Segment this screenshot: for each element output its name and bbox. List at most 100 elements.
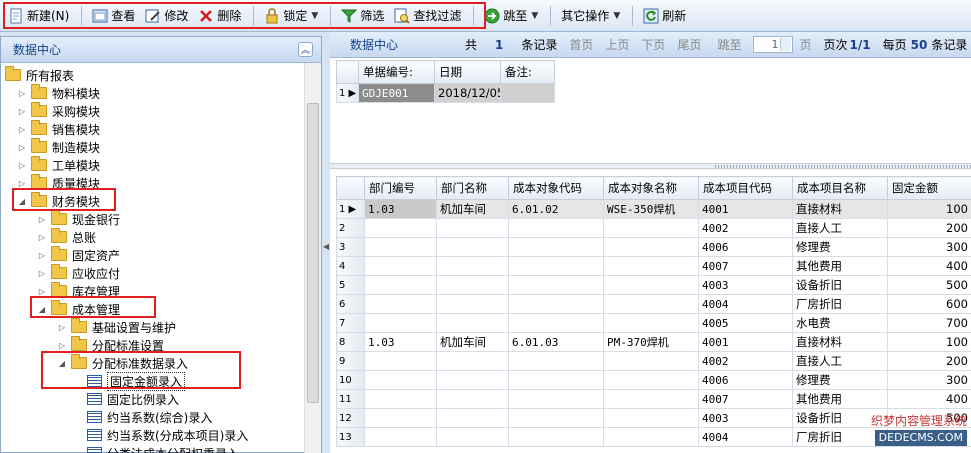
note-cell[interactable] [500, 83, 555, 103]
cost-object-name-cell[interactable] [603, 370, 699, 390]
dept-name-cell[interactable] [436, 218, 509, 238]
column-header[interactable]: 单据编号: [358, 60, 435, 84]
row-number[interactable]: 11 [336, 389, 365, 409]
fixed-amount-cell[interactable]: 600 [887, 294, 971, 314]
dept-name-cell[interactable] [436, 275, 509, 295]
cost-object-code-cell[interactable] [508, 313, 604, 333]
row-number[interactable]: 7 [336, 313, 365, 333]
cost-object-name-cell[interactable]: PM-370焊机 [603, 332, 699, 352]
cost-item-name-cell[interactable]: 厂房折旧 [792, 294, 888, 314]
tree-node[interactable]: 约当系数(综合)录入 [87, 408, 212, 426]
dept-code-cell[interactable] [364, 275, 437, 295]
cost-item-code-cell[interactable]: 4002 [698, 351, 793, 371]
cost-item-name-cell[interactable]: 设备折旧 [792, 275, 888, 295]
dept-code-cell[interactable] [364, 294, 437, 314]
fixed-amount-cell[interactable]: 200 [887, 218, 971, 238]
dept-name-cell[interactable] [436, 351, 509, 371]
cost-object-code-cell[interactable]: 6.01.02 [508, 199, 604, 219]
tree-node[interactable]: ▷ 销售模块 [17, 120, 100, 138]
fixed-amount-cell[interactable]: 400 [887, 389, 971, 409]
cost-object-code-cell[interactable] [508, 370, 604, 390]
cost-item-name-cell[interactable]: 直接材料 [792, 199, 888, 219]
splitter-grip[interactable] [715, 165, 971, 168]
cost-item-code-cell[interactable]: 4001 [698, 199, 793, 219]
dept-name-cell[interactable] [436, 370, 509, 390]
prev-page-link[interactable]: 上页 [605, 36, 629, 53]
cost-object-code-cell[interactable] [508, 256, 604, 276]
chevron-down-icon[interactable]: ▼ [311, 11, 318, 21]
row-number[interactable]: 2 [336, 218, 365, 238]
cost-object-code-cell[interactable] [508, 351, 604, 371]
expand-arrow-icon[interactable]: ▷ [17, 161, 27, 170]
filter-button[interactable]: 筛选 [337, 5, 388, 27]
dept-name-cell[interactable] [436, 408, 509, 428]
tree-node[interactable]: ▷ 基础设置与维护 [57, 318, 176, 336]
cost-object-code-cell[interactable] [508, 389, 604, 409]
table-row[interactable]: 3 4006 修理费 300 [336, 237, 971, 257]
cost-object-name-cell[interactable] [603, 275, 699, 295]
doc-number-cell[interactable]: GDJE001 [358, 83, 435, 103]
tree-scrollbar[interactable] [304, 63, 321, 453]
table-row[interactable]: 4 4007 其他费用 400 [336, 256, 971, 276]
tree-node[interactable]: ▷ 分配标准设置 [57, 336, 164, 354]
table-row[interactable]: 5 4003 设备折旧 500 [336, 275, 971, 295]
cost-object-code-cell[interactable] [508, 294, 604, 314]
row-number[interactable]: 6 [336, 294, 365, 314]
tree-node[interactable]: 约当系数(分成本项目)录入 [87, 426, 248, 444]
page-input[interactable]: 1 [753, 36, 794, 53]
row-number[interactable]: 10 [336, 370, 365, 390]
dept-code-cell[interactable] [364, 408, 437, 428]
cost-item-name-cell[interactable]: 直接人工 [792, 351, 888, 371]
dept-code-cell[interactable] [364, 256, 437, 276]
table-row[interactable]: 7 4005 水电费 700 [336, 313, 971, 333]
cost-item-code-cell[interactable]: 4003 [698, 408, 793, 428]
expand-arrow-icon[interactable]: ▷ [37, 215, 47, 224]
cost-item-code-cell[interactable]: 4004 [698, 427, 793, 447]
table-row[interactable]: 1 ▶ GDJE001 2018/12/05 [336, 83, 555, 103]
expand-arrow-icon[interactable]: ▷ [57, 323, 67, 332]
dept-code-cell[interactable]: 1.03 [364, 332, 437, 352]
row-number[interactable]: 8 [336, 332, 365, 352]
dept-code-cell[interactable] [364, 351, 437, 371]
cost-object-name-cell[interactable]: WSE-350焊机 [603, 199, 699, 219]
grid-splitter[interactable] [330, 163, 971, 169]
dept-code-cell[interactable] [364, 237, 437, 257]
expand-arrow-icon[interactable]: ▷ [37, 269, 47, 278]
dept-name-cell[interactable]: 机加车间 [436, 332, 509, 352]
new-button[interactable]: 新建(N) [4, 5, 73, 27]
fixed-amount-cell[interactable]: 300 [887, 370, 971, 390]
date-cell[interactable]: 2018/12/05 [434, 83, 501, 103]
tree-node[interactable]: 分类法成本分配权重录入 [87, 444, 239, 453]
scrollbar-thumb[interactable] [307, 103, 319, 403]
cost-item-code-cell[interactable]: 4006 [698, 237, 793, 257]
edit-button[interactable]: 修改 [141, 5, 192, 27]
row-number[interactable]: 13 [336, 427, 365, 447]
cost-item-name-cell[interactable]: 其他费用 [792, 256, 888, 276]
cost-item-code-cell[interactable]: 4001 [698, 332, 793, 352]
splitter-arrow-icon[interactable]: ◀ [323, 242, 329, 251]
cost-object-name-cell[interactable] [603, 313, 699, 333]
jump-button[interactable]: 跳至 ▼ [480, 5, 542, 27]
table-row[interactable]: 6 4004 厂房折旧 600 [336, 294, 971, 314]
column-header[interactable]: 日期 [434, 60, 501, 84]
row-number[interactable]: 12 [336, 408, 365, 428]
cost-object-name-cell[interactable] [603, 256, 699, 276]
tree-node[interactable]: ▷ 总账 [37, 228, 96, 246]
tree-node-selected[interactable]: 固定金额录入 [87, 371, 186, 391]
dept-code-cell[interactable] [364, 389, 437, 409]
column-header[interactable]: 备注: [500, 60, 555, 84]
dept-name-cell[interactable] [436, 389, 509, 409]
dept-code-cell[interactable] [364, 370, 437, 390]
next-page-link[interactable]: 下页 [641, 36, 665, 53]
cost-item-name-cell[interactable]: 修理费 [792, 370, 888, 390]
cost-object-code-cell[interactable] [508, 237, 604, 257]
jump-to-link[interactable]: 跳至 [717, 36, 741, 53]
cost-object-name-cell[interactable] [603, 408, 699, 428]
cost-item-name-cell[interactable]: 修理费 [792, 237, 888, 257]
cost-item-code-cell[interactable]: 4003 [698, 275, 793, 295]
dept-code-cell[interactable] [364, 218, 437, 238]
row-number[interactable]: 5 [336, 275, 365, 295]
expand-arrow-icon[interactable]: ▷ [37, 233, 47, 242]
table-row[interactable]: 8 1.03 机加车间 6.01.03 PM-370焊机 4001 直接材料 100 [336, 332, 971, 352]
tree-node[interactable]: ▷ 物料模块 [17, 84, 100, 102]
